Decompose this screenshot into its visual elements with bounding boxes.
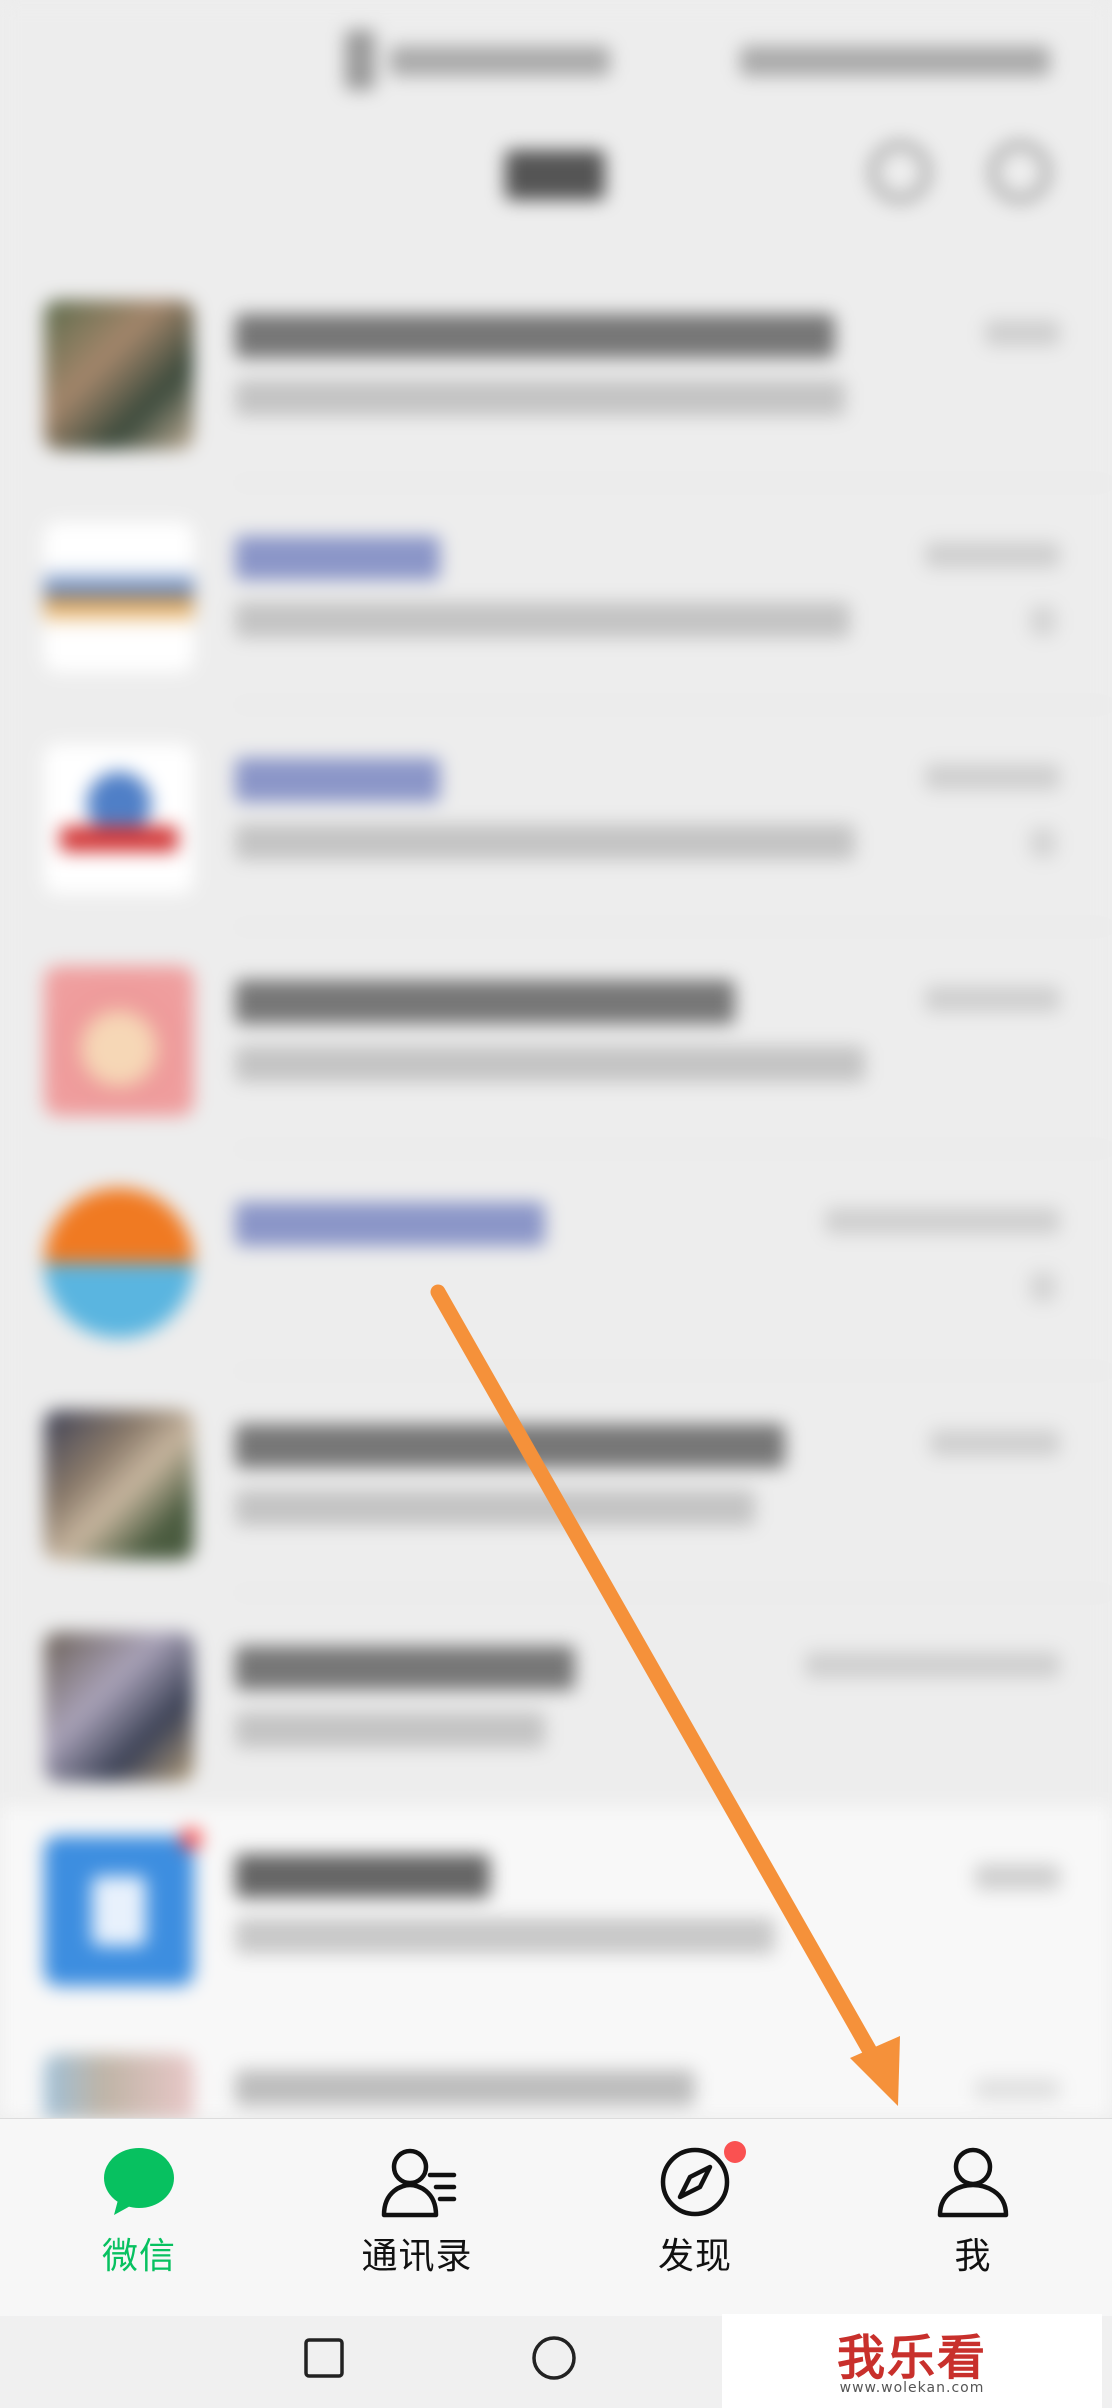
watermark-logo: 我乐看 www.wolekan.com [722,2314,1102,2408]
chat-row[interactable] [0,1150,1112,1372]
home-button[interactable] [530,2334,578,2382]
search-icon [870,142,930,202]
tab-me[interactable]: 我 [834,2119,1112,2317]
watermark-url: www.wolekan.com [839,2380,985,2396]
compass-icon [660,2147,730,2217]
tab-label: 微信 [101,2236,176,2277]
bottom-tab-bar: 微信 通讯录 发现 我 [0,2118,1112,2317]
chat-row[interactable] [0,1594,1112,1816]
chat-row[interactable] [0,1806,1112,2028]
contacts-icon [381,2148,457,2218]
chat-row[interactable] [0,484,1112,706]
chat-row[interactable] [0,1372,1112,1594]
tab-discover[interactable]: 发现 [556,2119,834,2317]
add-icon [990,142,1050,202]
tab-label: 通讯录 [361,2236,473,2277]
header-title-blurred [505,150,605,200]
chat-bubble-icon [104,2148,174,2215]
status-bar [0,0,1112,120]
tab-label: 我 [954,2236,992,2277]
watermark-text: 我乐看 [836,2330,987,2386]
notification-dot [724,2141,746,2163]
tab-chats[interactable]: 微信 [0,2119,278,2317]
tab-label: 发现 [657,2236,732,2277]
chat-row[interactable] [0,2028,1112,2118]
chat-row[interactable] [0,928,1112,1150]
person-icon [937,2147,1009,2218]
recent-apps-button[interactable] [302,2336,346,2380]
chat-row[interactable] [0,262,1112,484]
blurred-chat-list [0,0,1112,2118]
chat-row[interactable] [0,706,1112,928]
tab-contacts[interactable]: 通讯录 [278,2119,556,2317]
